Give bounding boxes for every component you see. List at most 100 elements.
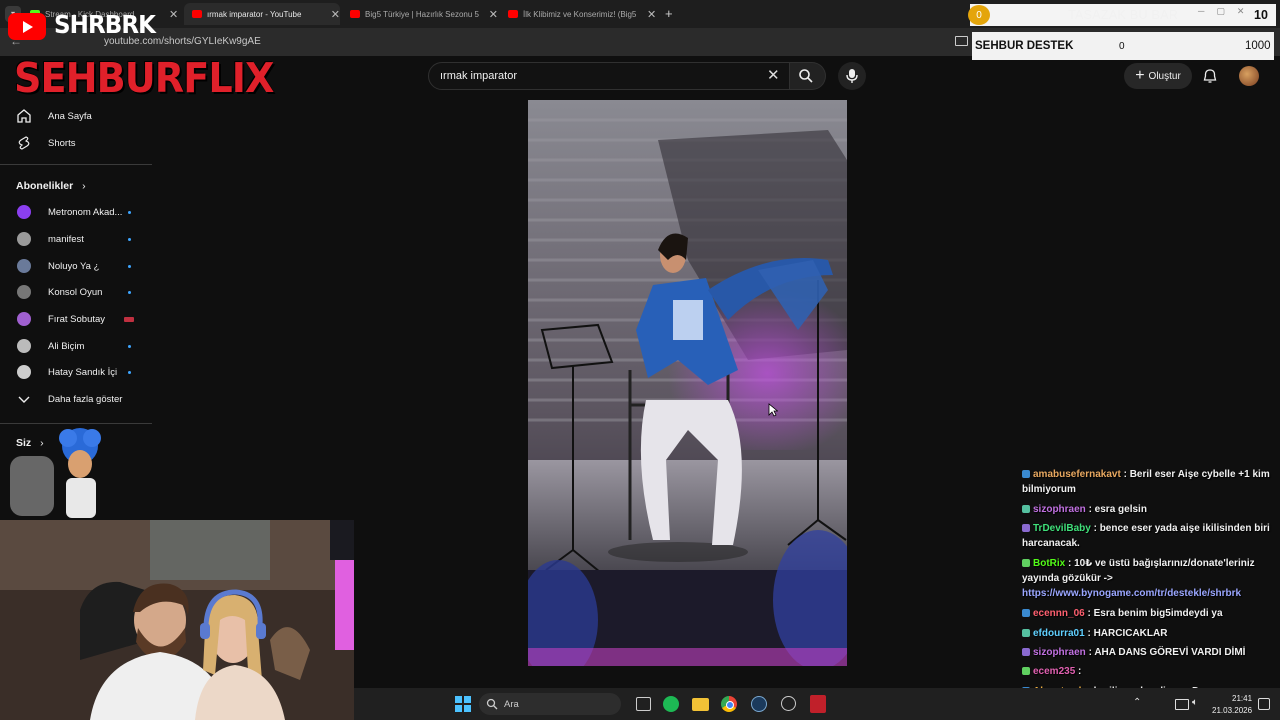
account-avatar[interactable] [1239,66,1259,86]
tab-close-icon[interactable]: ✕ [331,8,340,21]
sidebar-item-subscription[interactable]: Konsol Oyun [0,279,152,305]
tab-close-icon[interactable]: ✕ [169,8,178,21]
plus-icon: + [1135,67,1145,84]
chat-badge-icon [1022,505,1030,513]
youtube-favicon-icon [508,10,518,18]
tab-big5-hazirlik[interactable]: Big5 Türkiye | Hazırlık Sezonu 5 ✕ [342,3,498,25]
chat-username[interactable]: sizophraen [1033,504,1086,515]
clear-search-icon[interactable]: ✕ [767,66,780,84]
chat-link[interactable]: https://www.bynogame.com/tr/destekle/shr… [1022,588,1241,599]
taskbar-clock-date[interactable]: 21.03.2026 [1212,706,1252,715]
chat-badge-icon [1022,524,1030,532]
chat-message: TrDevilBaby : bence eser yada aişe ikili… [1022,521,1276,551]
youtube-favicon-icon [192,10,202,18]
sidebar-item-label: Shorts [48,137,76,149]
tab-label: ırmak imparator - YouTube [207,9,302,19]
shorts-video-player[interactable] [528,100,847,666]
voice-search-button[interactable] [838,62,866,90]
channel-logo: SHRBRK [54,10,156,39]
chat-username[interactable]: BotRix [1033,558,1065,569]
tab-label: Big5 Türkiye | Hazırlık Sezonu 5 [365,9,479,19]
chat-badge-icon [1022,559,1030,567]
chat-badge-icon [1022,609,1030,617]
network-icon[interactable] [1175,699,1189,710]
sidebar-item-subscription[interactable]: Noluyo Ya ¿ [0,253,152,279]
task-view-icon[interactable] [636,697,651,711]
file-explorer-icon[interactable] [692,698,709,711]
chat-badge-icon [1022,667,1030,675]
search-button[interactable] [790,62,826,90]
mascot-sticker [10,428,101,518]
chat-text: : [1075,666,1082,677]
search-icon [486,698,498,710]
windows-start-icon[interactable] [455,696,471,712]
chat-username[interactable]: TrDevilBaby [1033,523,1091,534]
create-button[interactable]: + Oluştur [1124,63,1192,89]
new-content-dot [128,344,131,348]
chat-username[interactable]: ecem235 [1033,666,1075,677]
sidebar-item-label: Fırat Sobutay [48,313,106,325]
chat-message: BotRix : 10₺ ve üstü bağışlarınız/donate… [1022,556,1276,601]
sidebar-item-subscription[interactable]: manifest [0,226,152,252]
create-label: Oluştur [1148,70,1181,82]
record-app-icon[interactable] [810,695,826,713]
channel-avatar [17,259,31,273]
sidebar-item-subscription[interactable]: Ali Biçim [0,333,152,359]
chevron-right-icon: › [82,180,86,192]
taskbar-clock-time[interactable]: 21:41 [1232,694,1252,703]
new-content-dot [128,370,131,374]
install-app-icon[interactable] [955,36,968,46]
brand-overlay: SEHBURFLIX [14,54,274,102]
steam-icon[interactable] [751,696,767,712]
chat-username[interactable]: efdourra01 [1033,628,1085,639]
tab-ilk-klibimiz[interactable]: İlk Klibimiz ve Konserimiz! (Big5 ✕ [500,3,658,25]
sidebar-show-more[interactable]: Daha fazla göster [0,386,152,412]
donation-goal-current: 0 [1119,41,1125,52]
new-tab-button[interactable]: + [665,6,673,21]
channel-avatar [17,285,31,299]
chrome-icon[interactable] [721,696,737,712]
taskbar-search[interactable] [479,693,621,715]
stream-chat: amabusefernakavt : Beril eser Aişe cybel… [1018,464,1280,720]
sidebar-item-subscription[interactable]: Metronom Akad... [0,199,152,225]
sidebar-item-label: Hatay Sandık İçi [48,366,118,378]
sidebar-item-label: Konsol Oyun [48,286,103,298]
tab-youtube-active[interactable]: ırmak imparator - YouTube ✕ [184,3,340,25]
subscriptions-heading[interactable]: Abonelikler › [16,180,86,192]
chat-text: : AHA DANS GÖREVİ VARDI DİMİ [1085,647,1246,658]
tab-close-icon[interactable]: ✕ [489,8,498,21]
sidebar-divider [0,164,152,165]
sidebar-item-shorts[interactable]: Shorts [0,130,152,156]
chat-username[interactable]: amabusefernakavt [1033,469,1121,480]
app-icon[interactable] [781,696,796,711]
new-content-dot [128,290,131,294]
volume-icon[interactable]: 🔈︎ [1192,697,1198,708]
chat-username[interactable]: sizophraen [1033,647,1086,658]
live-indicator-icon [124,316,134,322]
tab-close-icon[interactable]: ✕ [647,8,656,21]
notification-center-icon[interactable] [1258,698,1270,710]
search-icon [799,69,813,83]
chat-username[interactable]: ecennn_06 [1033,608,1085,619]
channel-avatar [17,205,31,219]
chat-badge-icon [1022,470,1030,478]
taskbar-search-placeholder: Ara [504,699,519,710]
notifications-bell-icon[interactable] [1202,68,1218,84]
search-input[interactable]: ırmak imparator [440,70,517,82]
youtube-logo-icon [8,13,46,40]
sidebar-item-home[interactable]: Ana Sayfa [0,103,152,129]
sidebar-divider [0,423,152,424]
sidebar-item-subscription[interactable]: Hatay Sandık İçi [0,359,152,385]
mouse-cursor-icon [768,403,778,417]
subscriptions-heading-label: Abonelikler [16,180,74,192]
spotify-icon[interactable] [663,696,679,712]
new-content-dot [128,237,131,241]
tasazak-count: 10 [1254,8,1268,22]
chat-text: : Esra benim big5imdeydi ya [1084,608,1223,619]
sidebar-item-label: Daha fazla göster [48,393,123,405]
sidebar-item-subscription[interactable]: Fırat Sobutay [0,306,152,332]
chat-badge-icon [1022,648,1030,656]
microphone-icon [846,69,858,83]
shorts-icon [18,136,30,150]
tray-chevron-up-icon[interactable]: ⌃ [1133,697,1141,708]
